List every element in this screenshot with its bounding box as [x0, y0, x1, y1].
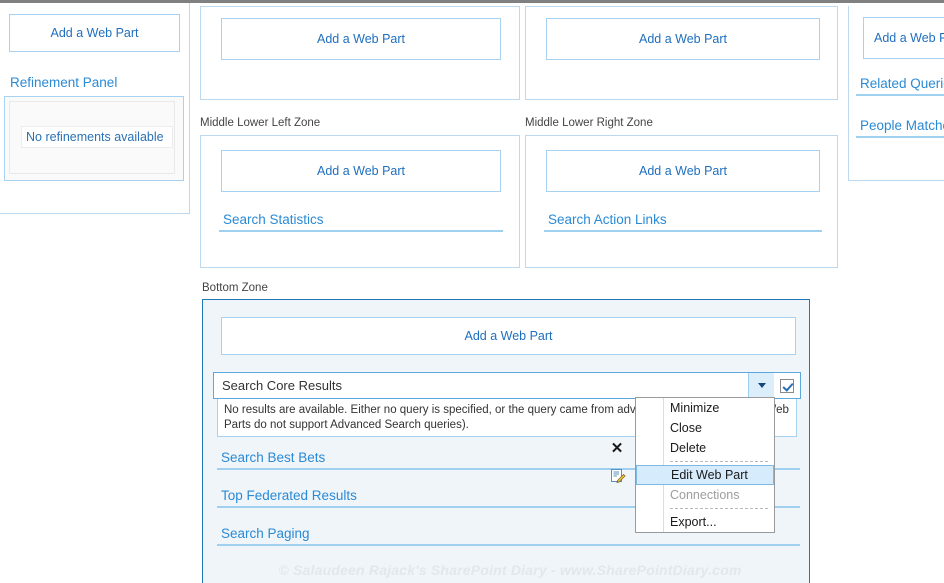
context-menu-separator: [670, 461, 768, 462]
refinement-empty-message: No refinements available: [21, 126, 173, 148]
middle-lower-left-zone-label: Middle Lower Left Zone: [200, 117, 321, 129]
context-menu-item-export[interactable]: Export...: [636, 512, 774, 532]
web-part-context-menu: Minimize Close ✕ Delete Edit Web Part Co…: [611, 397, 775, 533]
search-action-links-title[interactable]: Search Action Links: [544, 210, 822, 232]
web-part-checkbox[interactable]: [780, 378, 794, 393]
context-menu-label: Close: [670, 421, 702, 435]
bottom-zone-label: Bottom Zone: [202, 282, 268, 294]
middle-lower-right-zone-label: Middle Lower Right Zone: [525, 117, 653, 129]
context-menu-label: Export...: [670, 515, 717, 529]
sharepoint-web-part-page: Add a Web Part Refinement Panel No refin…: [0, 0, 944, 583]
refinement-panel-title[interactable]: Refinement Panel: [6, 73, 178, 93]
context-menu-item-edit-web-part[interactable]: Edit Web Part: [611, 465, 774, 485]
context-menu-item-connections: Connections: [636, 485, 774, 505]
watermark-text: © Salaudeen Rajack's SharePoint Diary - …: [278, 562, 742, 578]
add-web-part-button-bottom[interactable]: Add a Web Part: [221, 317, 796, 355]
add-web-part-button-right[interactable]: Add a Web Part: [863, 17, 944, 59]
context-menu-label: Delete: [670, 441, 707, 455]
refinement-panel-body: No refinements available: [4, 96, 184, 181]
middle-upper-left-zone: Add a Web Part: [200, 6, 520, 100]
context-menu-separator: [670, 508, 768, 509]
close-x-icon: ✕: [610, 439, 624, 457]
middle-lower-right-zone: Add a Web Part Search Action Links: [525, 135, 838, 268]
left-zone: Add a Web Part Refinement Panel No refin…: [0, 3, 190, 214]
add-web-part-button-left[interactable]: Add a Web Part: [9, 14, 180, 52]
context-menu-label: Connections: [670, 488, 740, 502]
add-web-part-button-middle-upper-left[interactable]: Add a Web Part: [221, 18, 501, 60]
middle-upper-right-zone: Add a Web Part: [525, 6, 838, 100]
middle-lower-left-zone: Add a Web Part Search Statistics: [200, 135, 520, 268]
chevron-down-icon: [757, 383, 766, 388]
related-queries-title[interactable]: Related Queries: [856, 74, 944, 96]
people-matches-title[interactable]: People Matches: [856, 116, 944, 138]
web-part-select-cell[interactable]: [774, 373, 800, 398]
context-menu-item-close[interactable]: Close: [636, 418, 774, 438]
search-statistics-title[interactable]: Search Statistics: [219, 210, 503, 232]
context-menu-item-minimize[interactable]: Minimize: [636, 398, 774, 418]
web-part-menu-button[interactable]: [748, 373, 774, 398]
right-zone: Add a Web Part Related Queries People Ma…: [848, 6, 944, 181]
add-web-part-button-middle-upper-right[interactable]: Add a Web Part: [546, 18, 820, 60]
context-menu-label: Edit Web Part: [671, 468, 748, 482]
add-web-part-button-middle-lower-right[interactable]: Add a Web Part: [546, 150, 820, 192]
context-menu-item-delete[interactable]: ✕ Delete: [611, 438, 774, 458]
search-core-results-title: Search Core Results: [222, 378, 342, 393]
add-web-part-button-middle-lower-left[interactable]: Add a Web Part: [221, 150, 501, 192]
search-core-results-header: Search Core Results: [213, 372, 801, 399]
context-menu-label: Minimize: [670, 401, 720, 415]
edit-pencil-icon: [609, 467, 627, 485]
